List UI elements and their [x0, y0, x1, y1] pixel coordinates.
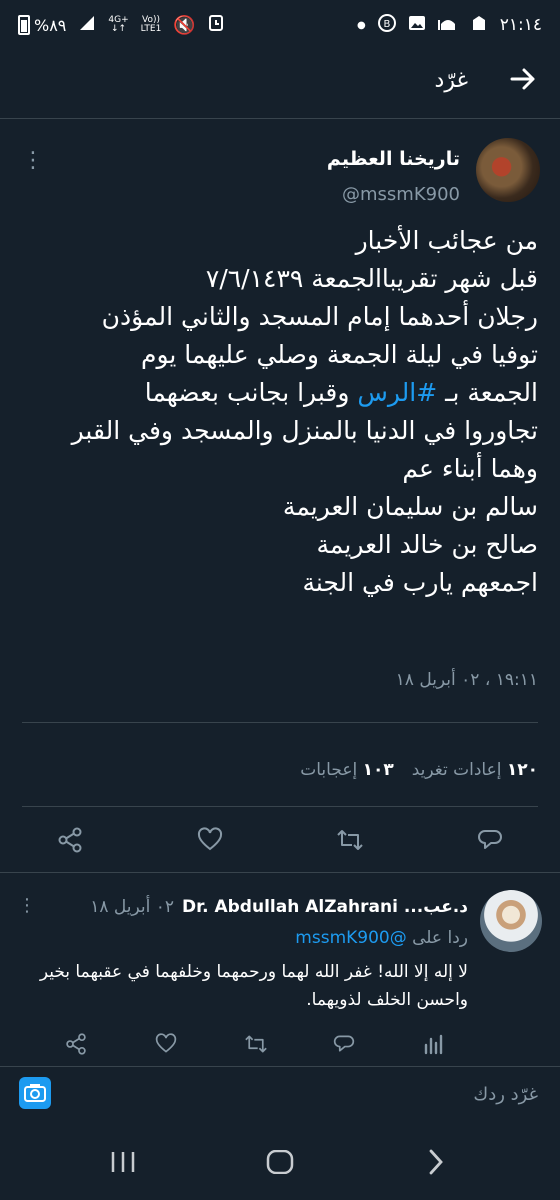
- tweet-stats: ١٢٠ إعادات تغريد ١٠٣ إعجابات: [300, 760, 538, 780]
- mosque-icon: [437, 14, 458, 36]
- composer-divider: [0, 1066, 560, 1067]
- svg-text:B: B: [383, 19, 390, 30]
- volte-indicator: Vo)) LTE1: [140, 15, 162, 34]
- tweet-line: من عجائب الأخبار: [355, 226, 538, 255]
- tweet-line: توفيا في ليلة الجمعة وصلي عليهما يوم: [140, 340, 538, 369]
- camera-icon[interactable]: [18, 1076, 52, 1114]
- tweet-timestamp: ١٩:١١ ، ٠٢ أبريل ١٨: [395, 670, 538, 690]
- author-name[interactable]: تاريخنا العظيم: [327, 148, 460, 170]
- alarm-icon: [208, 14, 224, 36]
- reply-text: لا إله إلا الله! غفر الله لهما ورحمهما و…: [39, 962, 468, 1010]
- reply-heart-icon[interactable]: [146, 1024, 186, 1064]
- tweet-line: وهما أبناء عم: [402, 454, 538, 483]
- arrow-right-icon[interactable]: [508, 64, 538, 103]
- reply-share-icon[interactable]: [56, 1024, 96, 1064]
- app-icon: [470, 14, 488, 36]
- battery-percent: %٨٩: [34, 15, 67, 35]
- page-title: غرّد: [434, 68, 468, 93]
- dot-icon: ●: [357, 19, 366, 31]
- hashtag-link[interactable]: #الرس: [357, 378, 437, 407]
- reply-header: د.عب... Dr. Abdullah AlZahrani ٠٢ أبريل …: [90, 897, 468, 917]
- retweet-stat[interactable]: ١٢٠ إعادات تغريد: [412, 760, 538, 780]
- reply-retweet-icon[interactable]: [236, 1024, 276, 1064]
- reply-avatar[interactable]: [480, 890, 542, 952]
- replying-to: ردا على @mssmK900: [295, 928, 468, 948]
- retweet-icon[interactable]: [330, 820, 370, 860]
- reply-author-name[interactable]: د.عب... Dr. Abdullah AlZahrani: [182, 897, 468, 917]
- reply-input[interactable]: غرّد ردك: [473, 1084, 538, 1105]
- section-divider: [0, 872, 560, 873]
- reply-handle-link[interactable]: @mssmK900: [295, 928, 406, 948]
- reply-date: ٠٢ أبريل ١٨: [90, 897, 175, 917]
- author-handle[interactable]: @mssmK900: [342, 184, 460, 205]
- heart-icon[interactable]: [190, 820, 230, 860]
- clock: ٢١:١٤: [499, 15, 542, 35]
- home-icon[interactable]: [266, 1149, 294, 1178]
- tweet-line: قبل شهر تقريباالجمعة ٧/٦/١٤٣٩: [205, 264, 538, 293]
- tweet-text: من عجائب الأخبار قبل شهر تقريباالجمعة ٧/…: [18, 222, 538, 602]
- back-nav-icon[interactable]: [426, 1148, 446, 1180]
- gallery-icon: [408, 14, 426, 36]
- system-nav-bar: [0, 1126, 560, 1200]
- top-app-bar: غرّد: [0, 52, 560, 114]
- avatar[interactable]: [476, 138, 540, 202]
- reply-reply-icon[interactable]: [324, 1024, 364, 1064]
- network-indicator: 4G+ ↓↑: [108, 15, 129, 34]
- tweet-line: صالح بن خالد العريمة: [316, 530, 538, 559]
- tweet-line: رجلان أحدهما إمام المسجد والثاني المؤذن: [101, 302, 538, 331]
- tweet-line: اجمعهم يارب في الجنة: [302, 568, 538, 597]
- stats-divider-bottom: [22, 806, 538, 807]
- more-options-icon[interactable]: ⋮: [22, 150, 44, 172]
- tweet-line: الجمعة بـ #الرس وقبرا بجانب بعضهما: [144, 378, 538, 407]
- like-stat[interactable]: ١٠٣ إعجابات: [300, 760, 393, 780]
- battery-icon: [18, 15, 30, 35]
- stats-divider: [22, 722, 538, 723]
- reply-icon[interactable]: [470, 820, 510, 860]
- reply-more-options-icon[interactable]: ⋮: [18, 895, 36, 917]
- battery-indicator: %٨٩: [18, 15, 66, 35]
- header-divider: [0, 118, 560, 119]
- signal-icon: [78, 14, 96, 36]
- status-bar: %٨٩ 4G+ ↓↑ Vo)) LTE1 🔇 ● B ٢١:١٤: [0, 0, 560, 52]
- b-app-icon: B: [377, 14, 396, 36]
- recent-apps-icon[interactable]: [110, 1150, 136, 1178]
- tweet-line: تجاوروا في الدنيا بالمنزل والمسجد وفي ال…: [71, 416, 538, 445]
- reply-composer[interactable]: غرّد ردك: [0, 1070, 560, 1120]
- tweet-line: سالم بن سليمان العريمة: [282, 492, 538, 521]
- share-icon[interactable]: [50, 820, 90, 860]
- analytics-icon[interactable]: [414, 1024, 454, 1064]
- mute-icon: 🔇: [173, 14, 196, 36]
